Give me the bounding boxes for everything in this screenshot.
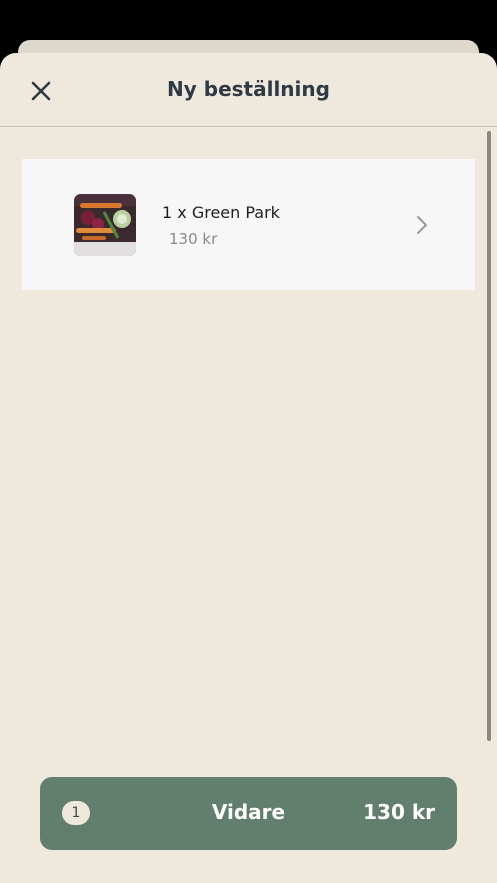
scrollbar[interactable] [487,131,491,741]
page-title: Ny beställning [167,77,330,101]
chevron-right-icon [417,216,427,234]
order-item[interactable]: 1 x Green Park 130 kr [22,159,475,290]
order-sheet: Ny beställning 1 x Green Park 130 kr 1 V… [0,53,497,883]
food-image [74,194,136,256]
sheet-header: Ny beställning [0,53,497,127]
continue-button[interactable]: 1 Vidare 130 kr [40,777,457,850]
order-total: 130 kr [363,800,435,824]
app-screen: Ny beställning 1 x Green Park 130 kr 1 V… [0,0,497,883]
item-price: 130 kr [169,230,218,248]
item-name: 1 x Green Park [162,203,280,222]
